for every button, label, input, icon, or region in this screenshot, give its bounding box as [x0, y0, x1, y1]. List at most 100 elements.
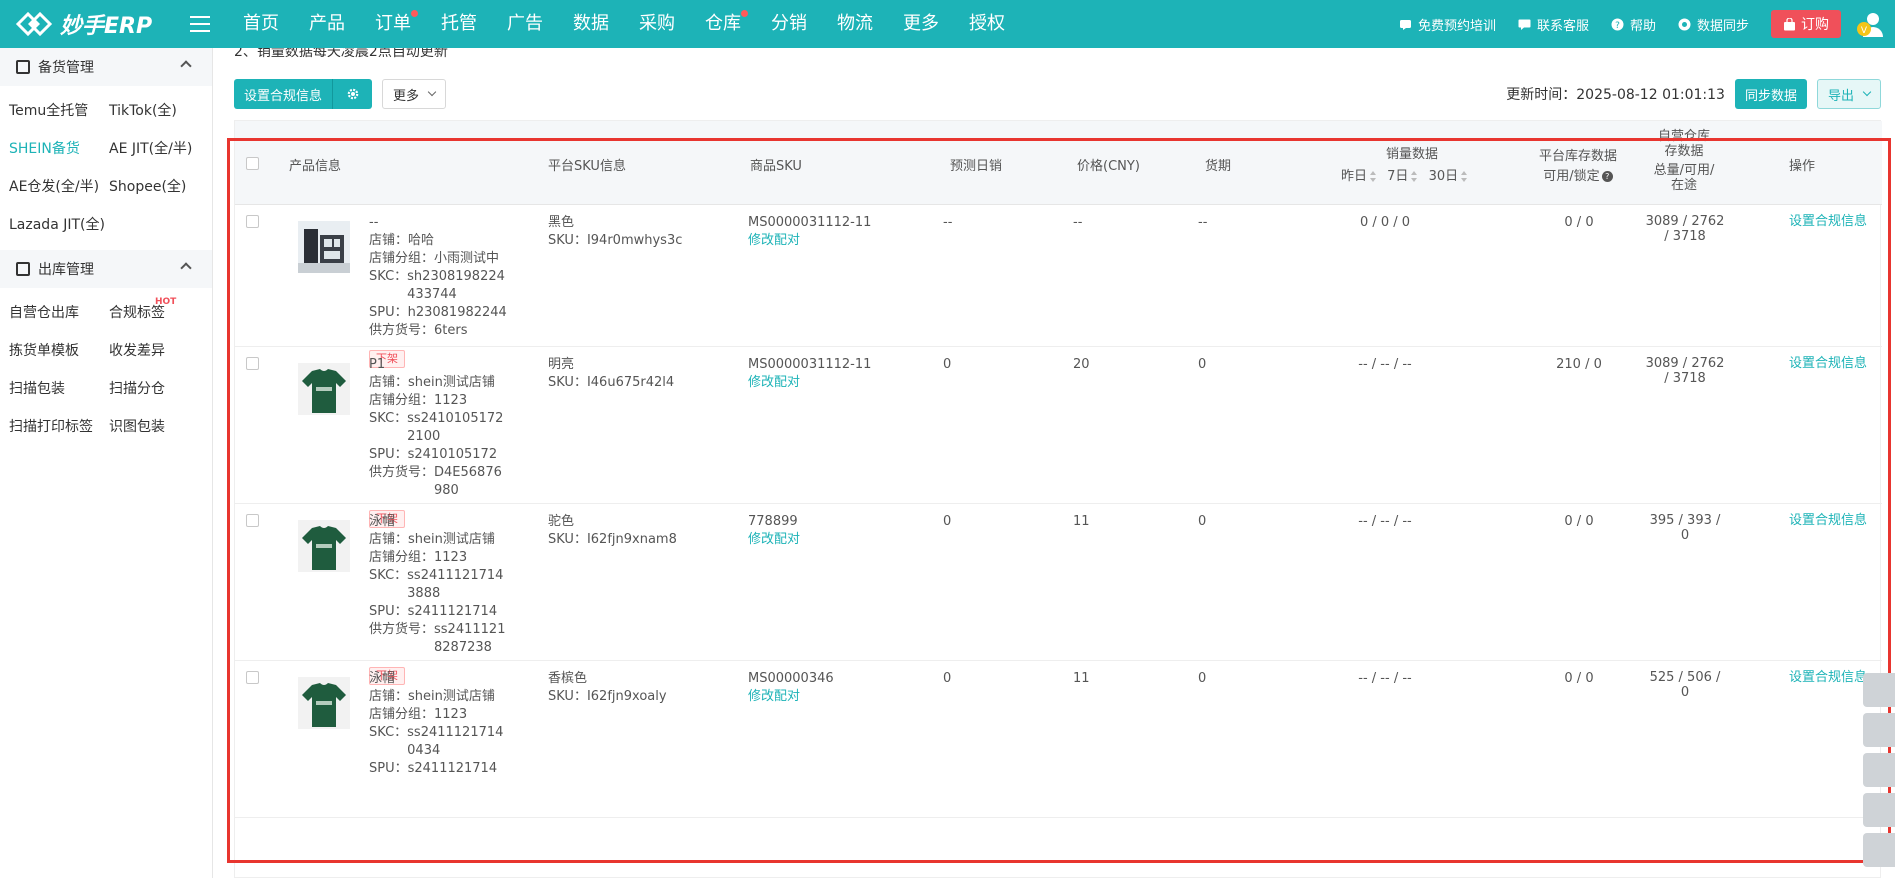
info-value: shein测试店铺 [408, 375, 495, 390]
sku-color: 明亮 [548, 357, 575, 372]
nav-item[interactable]: 更多 [888, 0, 954, 48]
sales-value: -- / -- / -- [1358, 514, 1412, 529]
edit-pairing-link[interactable]: 修改配对 [748, 531, 918, 549]
help-icon[interactable]: ? [1601, 171, 1613, 182]
info-value: s2411121714 [407, 604, 498, 619]
user-avatar-icon[interactable]: V [1855, 9, 1885, 39]
lead-time-value: 0 [1198, 514, 1207, 529]
nav-item[interactable]: 产品 [294, 0, 360, 48]
platform-stock-sub: 可用/锁定? [1539, 165, 1617, 184]
product-info: 泳帽 店铺： shein测试店铺 店铺分组： 1123 SKC： ss24111217143… [369, 513, 507, 685]
nav-item[interactable]: 数据 [558, 0, 624, 48]
sidebar-item-scan-print[interactable]: 扫描打印标签 [9, 408, 109, 446]
sort-icon[interactable] [1411, 171, 1418, 182]
col-platform-sku: 平台SKU信息 [548, 159, 626, 174]
set-compliance-link[interactable]: 设置合规信息 [1789, 513, 1869, 528]
goods-sku-value: 778899 [748, 514, 798, 529]
nav-item[interactable]: 首页 [228, 0, 294, 48]
sort-icon[interactable] [1370, 171, 1377, 182]
row-checkbox[interactable] [246, 671, 259, 684]
chevron-down-icon [427, 87, 437, 97]
row-checkbox[interactable] [246, 357, 259, 370]
product-thumbnail[interactable] [298, 677, 350, 729]
select-all-checkbox[interactable] [246, 157, 259, 170]
own-stock-value: 395 / 393 / 0 [1649, 513, 1721, 543]
data-sync-link[interactable]: 数据同步 [1678, 15, 1749, 34]
logo[interactable]: 妙手ERP [0, 0, 180, 48]
nav-item[interactable]: 物流 [822, 0, 888, 48]
chevron-up-icon[interactable] [180, 60, 192, 72]
edit-icon[interactable] [1863, 753, 1895, 787]
goods-sku: MS00000346 修改配对 [748, 670, 918, 706]
info-value: 6ters [434, 323, 468, 338]
set-compliance-link[interactable]: 设置合规信息 [1789, 214, 1869, 229]
product-title: 泳帽 [369, 514, 396, 529]
order-button[interactable]: 订购 [1771, 10, 1841, 38]
nav-item[interactable]: 广告 [492, 0, 558, 48]
set-compliance-button[interactable]: 设置合规信息 [234, 79, 333, 109]
sidebar-item-ae-warehouse[interactable]: AE仓发(全/半) [9, 168, 109, 206]
row-checkbox[interactable] [246, 514, 259, 527]
sidebar-item-tiktok[interactable]: TikTok(全) [109, 92, 209, 130]
sidebar-item-lazada[interactable]: Lazada JIT(全) [9, 206, 109, 244]
chat-icon[interactable] [1863, 793, 1895, 827]
sidebar-item-image-pack[interactable]: 识图包装 [109, 408, 209, 446]
info-shop: 店铺： shein测试店铺 [369, 531, 507, 549]
set-compliance-link[interactable]: 设置合规信息 [1789, 356, 1869, 371]
sidebar-item-temu[interactable]: Temu全托管 [9, 92, 109, 130]
sidebar-item-own-outbound[interactable]: 自营仓出库 [9, 294, 109, 332]
sidebar-item-compliance-label[interactable]: 合规标签 HOT [109, 294, 209, 332]
top-icon[interactable] [1863, 833, 1895, 867]
sidebar-item-scan-pack[interactable]: 扫描包装 [9, 370, 109, 408]
nav-item[interactable]: 采购 [624, 0, 690, 48]
sidebar-item-ae-jit[interactable]: AE JIT(全/半) [109, 130, 209, 168]
info-group: 店铺分组： 1123 [369, 706, 507, 724]
training-link[interactable]: 免费预约培训 [1399, 15, 1496, 34]
logo-text: 妙手ERP [60, 14, 153, 39]
main-content: 2、销量数据每天凌晨2点自动更新 设置合规信息 更多 更新时间：2025-08-… [214, 48, 1895, 878]
chevron-up-icon[interactable] [180, 262, 192, 274]
forecast-value: -- [943, 215, 953, 230]
row-checkbox[interactable] [246, 215, 259, 228]
training-label: 免费预约培训 [1417, 18, 1496, 34]
platform-sku-info: 驼色 SKU： I62fjn9xnam8 [548, 513, 728, 549]
product-thumbnail[interactable] [298, 363, 350, 415]
sidebar-item-pick-template[interactable]: 拣货单模板 [9, 332, 109, 370]
sidebar-item-scan-split[interactable]: 扫描分仓 [109, 370, 209, 408]
lead-time-value: -- [1198, 215, 1208, 230]
info-group: 店铺分组： 1123 [369, 549, 507, 567]
collapse-icon[interactable] [1863, 673, 1895, 707]
nav-item[interactable]: 仓库 [690, 0, 756, 48]
sidebar-item-diff[interactable]: 收发差异 [109, 332, 209, 370]
sidebar-item-shein[interactable]: SHEIN备货 [9, 130, 109, 168]
sku-line: SKU： I94r0mwhys3c [548, 232, 728, 250]
product-thumbnail[interactable] [298, 520, 350, 572]
edit-pairing-link[interactable]: 修改配对 [748, 374, 918, 392]
help-link[interactable]: ? 帮助 [1611, 15, 1656, 34]
section-stock-management[interactable]: 备货管理 [0, 48, 212, 86]
more-dropdown[interactable]: 更多 [382, 79, 447, 109]
export-dropdown[interactable]: 导出 [1816, 79, 1881, 109]
sidebar-item-shopee[interactable]: Shopee(全) [109, 168, 209, 206]
info-value: 1123 [434, 393, 468, 408]
set-compliance-link[interactable]: 设置合规信息 [1789, 670, 1869, 685]
nav-item[interactable]: 分销 [756, 0, 822, 48]
product-thumbnail[interactable] [298, 221, 350, 273]
sort-icon[interactable] [1461, 171, 1468, 182]
nav-item[interactable]: 订单 [360, 0, 426, 48]
info-value: s2410105172 [407, 447, 498, 462]
nav-item[interactable]: 授权 [954, 0, 1020, 48]
section-outbound-management[interactable]: 出库管理 [0, 250, 212, 288]
window-icon[interactable] [1863, 713, 1895, 747]
edit-pairing-link[interactable]: 修改配对 [748, 232, 918, 250]
settings-button[interactable] [332, 79, 373, 109]
edit-pairing-link[interactable]: 修改配对 [748, 688, 918, 706]
col-goods-sku: 商品SKU [750, 159, 802, 174]
menu-toggle-icon[interactable] [190, 16, 210, 32]
support-link[interactable]: 联系客服 [1518, 15, 1589, 34]
sales-yesterday: 昨日 [1341, 169, 1368, 184]
sync-data-button[interactable]: 同步数据 [1734, 79, 1807, 109]
nav-item[interactable]: 托管 [426, 0, 492, 48]
chevron-down-icon [1862, 87, 1872, 97]
platform-sku-info: 香槟色 SKU： I62fjn9xoaly [548, 670, 728, 706]
